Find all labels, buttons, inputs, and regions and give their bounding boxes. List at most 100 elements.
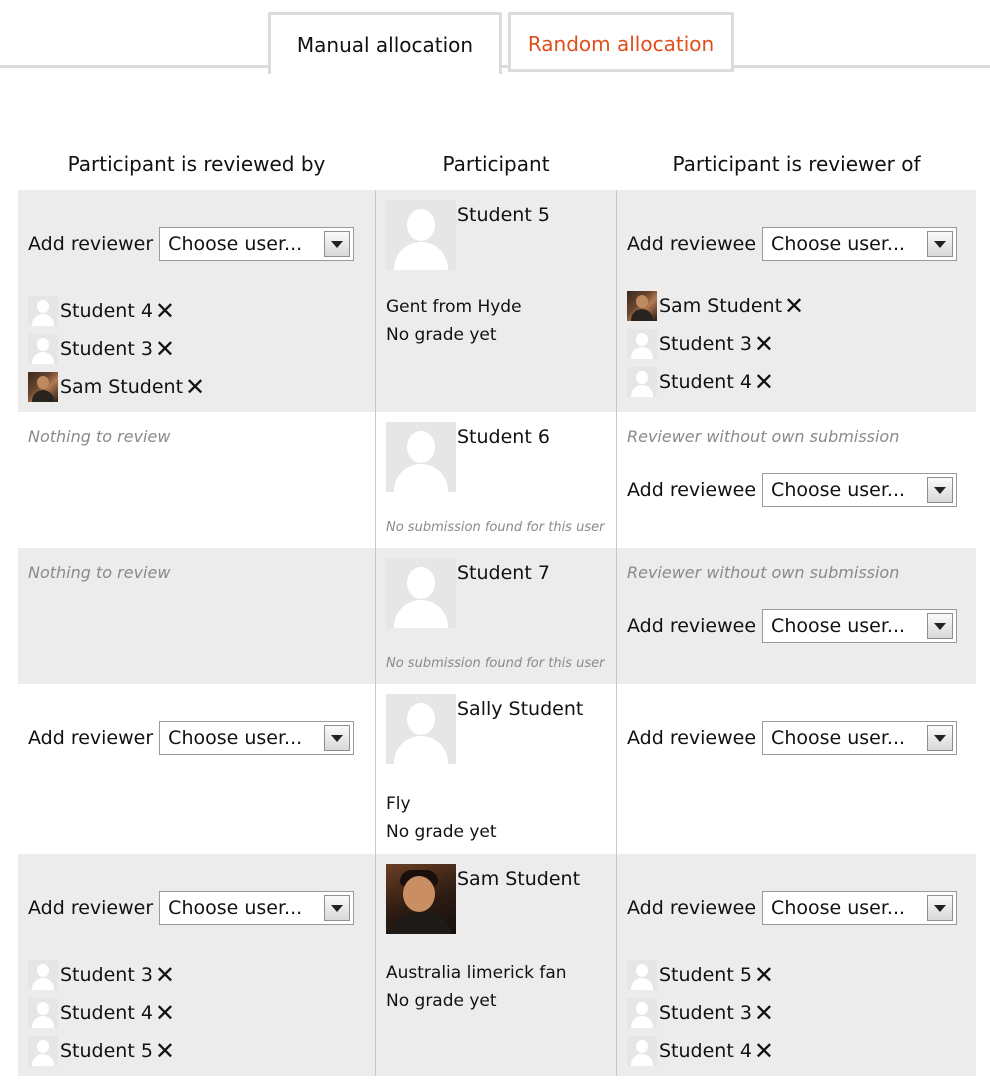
avatar[interactable] — [386, 558, 456, 628]
avatar — [627, 367, 657, 397]
avatar — [627, 1036, 657, 1066]
participant-cell: Student 6 No submission found for this u… — [376, 412, 616, 548]
add-reviewee-control: Add reviewee Choose user... — [627, 227, 958, 261]
select-value: Choose user... — [771, 233, 906, 255]
reviewee-name: Student 5 — [659, 964, 752, 986]
add-reviewee-select[interactable]: Choose user... — [762, 227, 958, 261]
remove-icon[interactable]: ✕ — [155, 1001, 175, 1025]
avatar — [627, 960, 657, 990]
chevron-down-icon[interactable] — [927, 895, 954, 921]
remove-icon[interactable]: ✕ — [155, 337, 175, 361]
add-reviewer-select[interactable]: Choose user... — [159, 721, 355, 755]
reviewer-list: Student 3 ✕ Student 4 ✕ Student 5 ✕ — [28, 956, 175, 1070]
chevron-down-icon[interactable] — [927, 613, 954, 639]
reviewed-by-cell: Nothing to review — [18, 548, 375, 684]
header-reviewer-of: Participant is reviewer of — [672, 152, 921, 176]
avatar[interactable] — [386, 864, 456, 934]
list-item: Student 3 ✕ — [28, 330, 205, 368]
add-reviewee-select[interactable]: Choose user... — [762, 721, 958, 755]
grade-status: No grade yet — [386, 822, 497, 842]
avatar — [627, 291, 657, 321]
reviewer-name: Student 4 — [60, 300, 153, 322]
no-submission-note: No submission found for this user — [386, 656, 605, 671]
participant-name[interactable]: Student 6 — [457, 426, 550, 448]
participant-cell: Student 7 No submission found for this u… — [376, 548, 616, 684]
avatar[interactable] — [386, 694, 456, 764]
chevron-down-icon[interactable] — [324, 231, 351, 257]
avatar[interactable] — [386, 200, 456, 270]
add-reviewer-control: Add reviewer Choose user... — [28, 721, 355, 755]
reviewer-of-cell: Add reviewee Choose user... Student 5 ✕ … — [617, 854, 976, 1076]
column-divider — [375, 190, 376, 1076]
participant-cell: Student 5 Gent from Hyde No grade yet — [376, 190, 616, 412]
allocation-row: Nothing to review Student 7 No submissio… — [18, 548, 976, 684]
participant-name[interactable]: Sally Student — [457, 698, 583, 720]
reviewer-name: Student 5 — [60, 1040, 153, 1062]
grade-status: No grade yet — [386, 991, 497, 1011]
avatar[interactable] — [386, 422, 456, 492]
chevron-down-icon[interactable] — [324, 725, 351, 751]
remove-icon[interactable]: ✕ — [754, 370, 774, 394]
reviewer-without-submission-note: Reviewer without own submission — [627, 563, 900, 582]
reviewee-name: Student 4 — [659, 371, 752, 393]
tab-random-allocation[interactable]: Random allocation — [508, 12, 734, 72]
chevron-down-icon[interactable] — [927, 725, 954, 751]
select-value: Choose user... — [771, 727, 906, 749]
list-item: Sam Student ✕ — [627, 287, 804, 325]
add-reviewer-select[interactable]: Choose user... — [159, 227, 355, 261]
reviewer-list: Student 4 ✕ Student 3 ✕ Sam Student ✕ — [28, 292, 205, 406]
chevron-down-icon[interactable] — [927, 231, 954, 257]
remove-icon[interactable]: ✕ — [155, 963, 175, 987]
reviewed-by-cell: Add reviewer Choose user... Student 4 ✕ … — [18, 190, 375, 412]
avatar — [28, 296, 58, 326]
participant-name[interactable]: Student 7 — [457, 562, 550, 584]
reviewed-by-cell: Add reviewer Choose user... — [18, 684, 375, 854]
reviewee-name: Student 4 — [659, 1040, 752, 1062]
add-reviewee-control: Add reviewee Choose user... — [627, 891, 958, 925]
select-value: Choose user... — [771, 479, 906, 501]
add-reviewee-select[interactable]: Choose user... — [762, 609, 958, 643]
chevron-down-icon[interactable] — [324, 895, 351, 921]
add-reviewer-control: Add reviewer Choose user... — [28, 227, 355, 261]
list-item: Student 4 ✕ — [627, 363, 804, 401]
remove-icon[interactable]: ✕ — [155, 299, 175, 323]
participant-name[interactable]: Sam Student — [457, 868, 580, 890]
participant-cell: Sally Student Fly No grade yet — [376, 684, 616, 854]
reviewer-without-submission-note: Reviewer without own submission — [627, 427, 900, 446]
add-reviewee-select[interactable]: Choose user... — [762, 473, 958, 507]
remove-icon[interactable]: ✕ — [754, 1001, 774, 1025]
list-item: Student 4 ✕ — [28, 292, 205, 330]
remove-icon[interactable]: ✕ — [754, 332, 774, 356]
reviewee-name: Student 3 — [659, 333, 752, 355]
remove-icon[interactable]: ✕ — [185, 375, 205, 399]
add-reviewee-select[interactable]: Choose user... — [762, 891, 958, 925]
submission-title[interactable]: Fly — [386, 794, 411, 814]
avatar — [627, 329, 657, 359]
remove-icon[interactable]: ✕ — [754, 963, 774, 987]
reviewee-name: Sam Student — [659, 295, 783, 317]
nothing-to-review-note: Nothing to review — [28, 563, 171, 582]
submission-title[interactable]: Australia limerick fan — [386, 963, 567, 983]
avatar — [28, 998, 58, 1028]
reviewer-name: Student 3 — [60, 338, 153, 360]
list-item: Student 5 ✕ — [627, 956, 774, 994]
add-reviewer-label: Add reviewer — [28, 233, 154, 255]
tab-manual-allocation[interactable]: Manual allocation — [268, 12, 502, 74]
participant-cell: Sam Student Australia limerick fan No gr… — [376, 854, 616, 1076]
add-reviewer-select[interactable]: Choose user... — [159, 891, 355, 925]
remove-icon[interactable]: ✕ — [754, 1039, 774, 1063]
remove-icon[interactable]: ✕ — [784, 294, 804, 318]
tab-random-label: Random allocation — [527, 31, 715, 56]
reviewer-of-cell: Add reviewee Choose user... — [617, 684, 976, 854]
list-item: Student 3 ✕ — [627, 994, 774, 1032]
remove-icon[interactable]: ✕ — [155, 1039, 175, 1063]
participant-name[interactable]: Student 5 — [457, 204, 550, 226]
submission-title[interactable]: Gent from Hyde — [386, 297, 522, 317]
select-value: Choose user... — [771, 615, 906, 637]
add-reviewer-label: Add reviewer — [28, 727, 154, 749]
chevron-down-icon[interactable] — [927, 477, 954, 503]
nothing-to-review-note: Nothing to review — [28, 427, 171, 446]
avatar — [28, 1036, 58, 1066]
list-item: Student 5 ✕ — [28, 1032, 175, 1070]
allocation-row: Add reviewer Choose user... Sally Studen… — [18, 684, 976, 854]
